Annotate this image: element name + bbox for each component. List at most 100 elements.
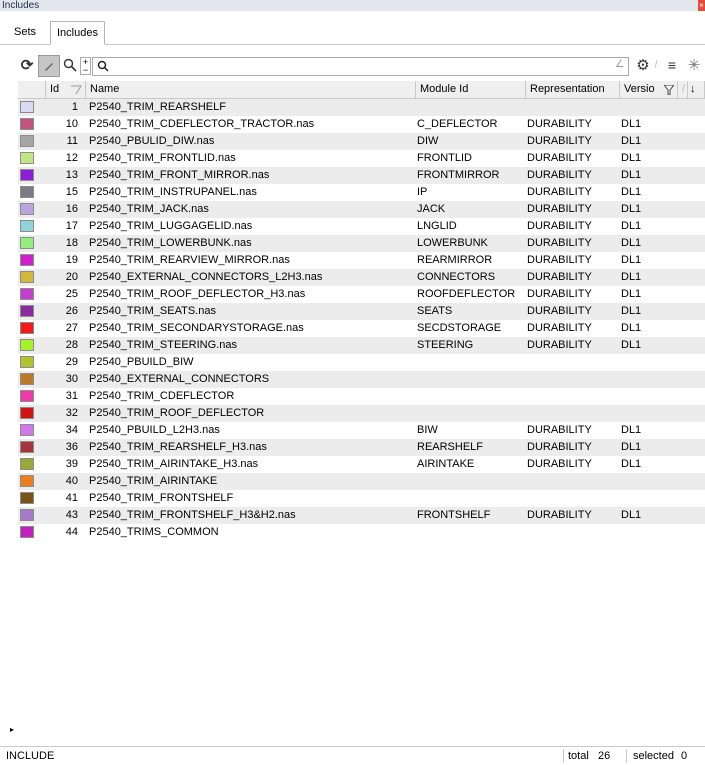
zoom-icon[interactable] (62, 55, 78, 75)
color-swatch[interactable] (20, 118, 34, 130)
asterisk-icon[interactable]: ✳ (686, 55, 702, 75)
table-row[interactable]: 30 P2540_EXTERNAL_CONNECTORS (18, 371, 705, 388)
id-cell: 28 (65, 339, 78, 351)
table-row[interactable]: 10 P2540_TRIM_CDEFLECTOR_TRACTOR.nas C_DEF… (18, 116, 705, 133)
version-cell: DL1 (621, 169, 642, 181)
version-cell (621, 524, 681, 541)
table-row[interactable]: 31 P2540_TRIM_CDEFLECTOR (18, 388, 705, 405)
color-swatch[interactable] (20, 424, 34, 436)
id-column-header[interactable]: Id (46, 81, 86, 98)
representation-cell: DURABILITY (527, 509, 592, 521)
id-cell: 41 (65, 492, 78, 504)
table-row[interactable]: 19 P2540_TRIM_REARVIEW_MIRROR.nas REARMIRR… (18, 252, 705, 269)
color-swatch[interactable] (20, 220, 34, 232)
table-row[interactable]: 11 P2540_PBULID_DIW.nas DIW DURABILITY DL1 (18, 133, 705, 150)
color-swatch[interactable] (20, 492, 34, 504)
table-row[interactable]: 43 P2540_TRIM_FRONTSHELF_H3&H2.nas FRONTSH… (18, 507, 705, 524)
tab-includes[interactable]: Includes (50, 21, 105, 45)
table-row[interactable]: 29 P2540_PBUILD_BIW (18, 354, 705, 371)
window-title: Includes (2, 0, 40, 11)
table-row[interactable]: 20 P2540_EXTERNAL_CONNECTORS_L2H3.nas CONN… (18, 269, 705, 286)
menu-icon[interactable]: ≡ (665, 55, 679, 75)
version-cell (621, 354, 681, 371)
version-column-header[interactable]: Versio (620, 81, 678, 98)
color-swatch[interactable] (20, 101, 34, 113)
close-icon[interactable]: × (698, 0, 705, 11)
table-row[interactable]: 39 P2540_TRIM_AIRINTAKE_H3.nas AIRINTAKE DU… (18, 456, 705, 473)
id-cell: 36 (65, 441, 78, 453)
color-swatch[interactable] (20, 203, 34, 215)
module-id-cell: LOWERBUNK (417, 237, 488, 249)
toolbar: ⟳ + − ∠ ⚙ / ≡ ✳ (0, 51, 705, 79)
table-row[interactable]: 25 P2540_TRIM_ROOF_DEFLECTOR_H3.nas ROOFDE… (18, 286, 705, 303)
refresh-icon[interactable]: ⟳ (20, 55, 34, 75)
search-field[interactable]: ∠ (92, 57, 629, 76)
color-swatch[interactable] (20, 390, 34, 402)
color-swatch[interactable] (20, 526, 34, 538)
name-column-header[interactable]: Name (86, 81, 416, 98)
table-row[interactable]: 44 P2540_TRIMS_COMMON (18, 524, 705, 541)
id-cell: 30 (65, 373, 78, 385)
table-row[interactable]: 17 P2540_TRIM_LUGGAGELID.nas LNGLID DURABIL… (18, 218, 705, 235)
color-swatch[interactable] (20, 407, 34, 419)
color-swatch[interactable] (20, 356, 34, 368)
color-swatch[interactable] (20, 186, 34, 198)
pencil-icon[interactable] (38, 55, 60, 77)
table-row[interactable]: 40 P2540_TRIM_AIRINTAKE (18, 473, 705, 490)
color-swatch[interactable] (20, 441, 34, 453)
id-cell: 29 (65, 356, 78, 368)
color-swatch[interactable] (20, 373, 34, 385)
id-cell: 25 (65, 288, 78, 300)
table-row[interactable]: 41 P2540_TRIM_FRONTSHELF (18, 490, 705, 507)
representation-cell: DURABILITY (527, 152, 592, 164)
plus-minus-icon[interactable]: + − (80, 57, 91, 75)
color-swatch[interactable] (20, 169, 34, 181)
color-swatch[interactable] (20, 475, 34, 487)
table-row[interactable]: 15 P2540_TRIM_INSTRUPANEL.nas IP DURABILITY… (18, 184, 705, 201)
table-row[interactable]: 12 P2540_TRIM_FRONTLID.nas FRONTLID DURABIL… (18, 150, 705, 167)
color-swatch[interactable] (20, 288, 34, 300)
table-row[interactable]: 32 P2540_TRIM_ROOF_DEFLECTOR (18, 405, 705, 422)
sort-icon (71, 85, 82, 95)
representation-column-header[interactable]: Representation (526, 81, 620, 98)
color-swatch[interactable] (20, 254, 34, 266)
id-cell: 15 (65, 186, 78, 198)
color-swatch[interactable] (20, 305, 34, 317)
name-cell: P2540_TRIMS_COMMON (89, 526, 219, 538)
tab-sets[interactable]: Sets (8, 21, 42, 43)
table-row[interactable]: 26 P2540_TRIM_SEATS.nas SEATS DURABILITY DL1 (18, 303, 705, 320)
table-row[interactable]: 1 P2540_TRIM_REARSHELF (18, 99, 705, 116)
table-row[interactable]: 16 P2540_TRIM_JACK.nas JACK DURABILITY DL1 (18, 201, 705, 218)
color-column-header[interactable] (18, 81, 46, 98)
color-swatch[interactable] (20, 322, 34, 334)
gear-icon[interactable]: ⚙ (633, 55, 653, 75)
search-icon (97, 58, 109, 75)
table-row[interactable]: 13 P2540_TRIM_FRONT_MIRROR.nas FRONTMIRROR… (18, 167, 705, 184)
color-swatch[interactable] (20, 271, 34, 283)
representation-cell: DURABILITY (527, 186, 592, 198)
table-row[interactable]: 28 P2540_TRIM_STEERING.nas STEERING DURABIL… (18, 337, 705, 354)
id-cell: 39 (65, 458, 78, 470)
color-swatch[interactable] (20, 458, 34, 470)
color-swatch[interactable] (20, 339, 34, 351)
color-swatch[interactable] (20, 135, 34, 147)
table-row[interactable]: 34 P2540_PBUILD_L2H3.nas BIW DURABILITY DL1 (18, 422, 705, 439)
module-id-column-header[interactable]: Module Id (416, 81, 526, 98)
table-row[interactable]: 27 P2540_TRIM_SECONDARYSTORAGE.nas SECDSTO… (18, 320, 705, 337)
color-swatch[interactable] (20, 152, 34, 164)
table-row[interactable]: 36 P2540_TRIM_REARSHELF_H3.nas REARSHELF DU… (18, 439, 705, 456)
color-swatch[interactable] (20, 237, 34, 249)
status-bar: INCLUDE total 26 selected 0 (0, 746, 705, 765)
color-swatch[interactable] (20, 509, 34, 521)
sort-down-icon[interactable]: ↓ (688, 81, 705, 98)
selected-value: 0 (681, 750, 688, 762)
expand-arrow-icon[interactable]: ▸ (10, 725, 14, 734)
table-row[interactable]: 18 P2540_TRIM_LOWERBUNK.nas LOWERBUNK DURAB… (18, 235, 705, 252)
name-cell: P2540_TRIM_CDEFLECTOR (89, 390, 235, 402)
module-id-cell: JACK (417, 203, 446, 215)
module-id-cell (417, 490, 525, 507)
module-id-cell: AIRINTAKE (417, 458, 475, 470)
clear-icon[interactable]: ∠ (615, 59, 624, 70)
module-id-cell (417, 388, 525, 405)
version-cell (621, 371, 681, 388)
